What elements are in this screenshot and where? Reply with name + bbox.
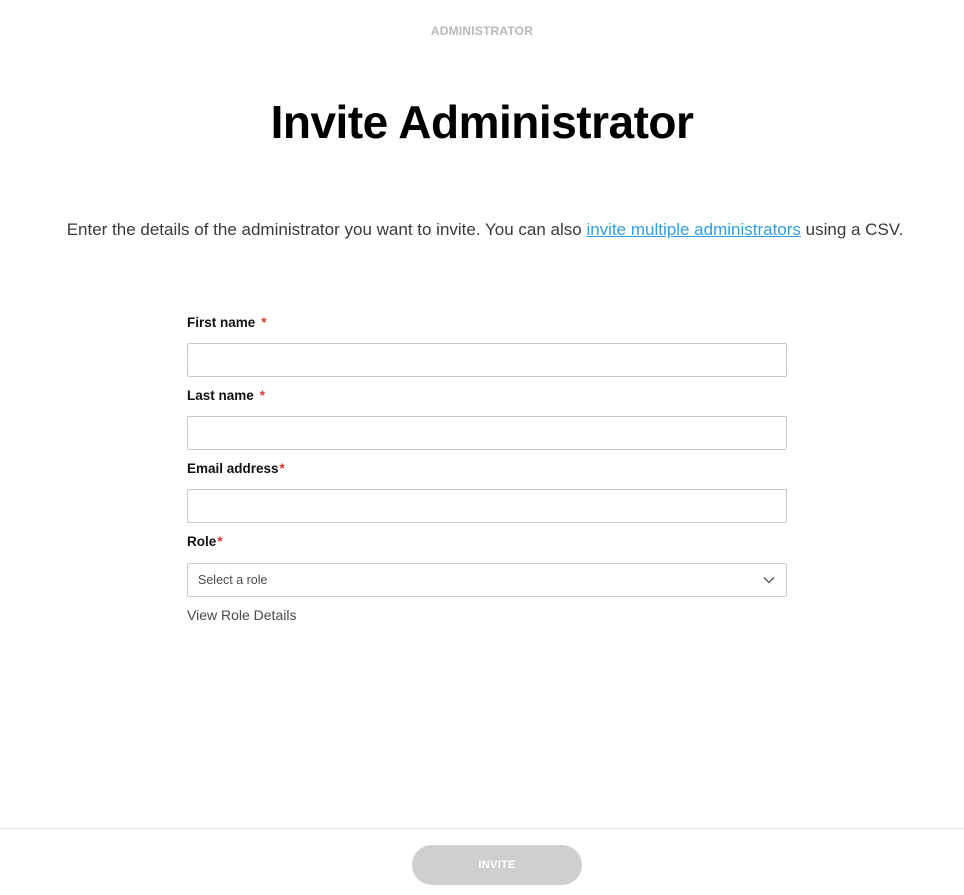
email-label-text: Email address xyxy=(187,461,279,476)
role-select[interactable]: Select a role xyxy=(187,563,787,597)
description-text-after: using a CSV. xyxy=(800,220,904,239)
last-name-label: Last name * xyxy=(187,386,787,406)
invite-administrator-page: ADMINISTRATOR Invite Administrator Enter… xyxy=(0,0,964,895)
first-name-input[interactable] xyxy=(187,343,787,377)
first-name-label: First name * xyxy=(187,313,787,333)
required-marker: * xyxy=(279,461,285,476)
role-label-text: Role xyxy=(187,534,217,549)
role-field-group: Role* Select a role View Role Details xyxy=(187,532,787,625)
invite-form: First name * Last name * Email address* Ro… xyxy=(187,313,787,625)
footer-bar: INVITE xyxy=(0,828,964,895)
view-role-details-link[interactable]: View Role Details xyxy=(187,607,296,623)
section-eyebrow: ADMINISTRATOR xyxy=(430,24,534,38)
role-label: Role* xyxy=(187,532,787,552)
last-name-field-group: Last name * xyxy=(187,386,787,450)
required-marker: * xyxy=(259,388,266,403)
required-marker: * xyxy=(261,315,267,330)
chevron-down-icon xyxy=(763,577,775,584)
invite-button[interactable]: INVITE xyxy=(412,845,582,885)
role-select-value: Select a role xyxy=(198,573,268,587)
page-description: Enter the details of the administrator y… xyxy=(0,218,964,242)
invite-multiple-administrators-link[interactable]: invite multiple administrators xyxy=(586,220,800,239)
email-input[interactable] xyxy=(187,489,787,523)
first-name-label-text: First name xyxy=(187,315,256,330)
page-title: Invite Administrator xyxy=(270,96,694,148)
description-text-before: Enter the details of the administrator y… xyxy=(66,220,587,239)
last-name-label-text: Last name xyxy=(187,388,254,403)
first-name-field-group: First name * xyxy=(187,313,787,377)
email-label: Email address* xyxy=(187,459,787,479)
required-marker: * xyxy=(217,534,223,549)
last-name-input[interactable] xyxy=(187,416,787,450)
email-field-group: Email address* xyxy=(187,459,787,523)
